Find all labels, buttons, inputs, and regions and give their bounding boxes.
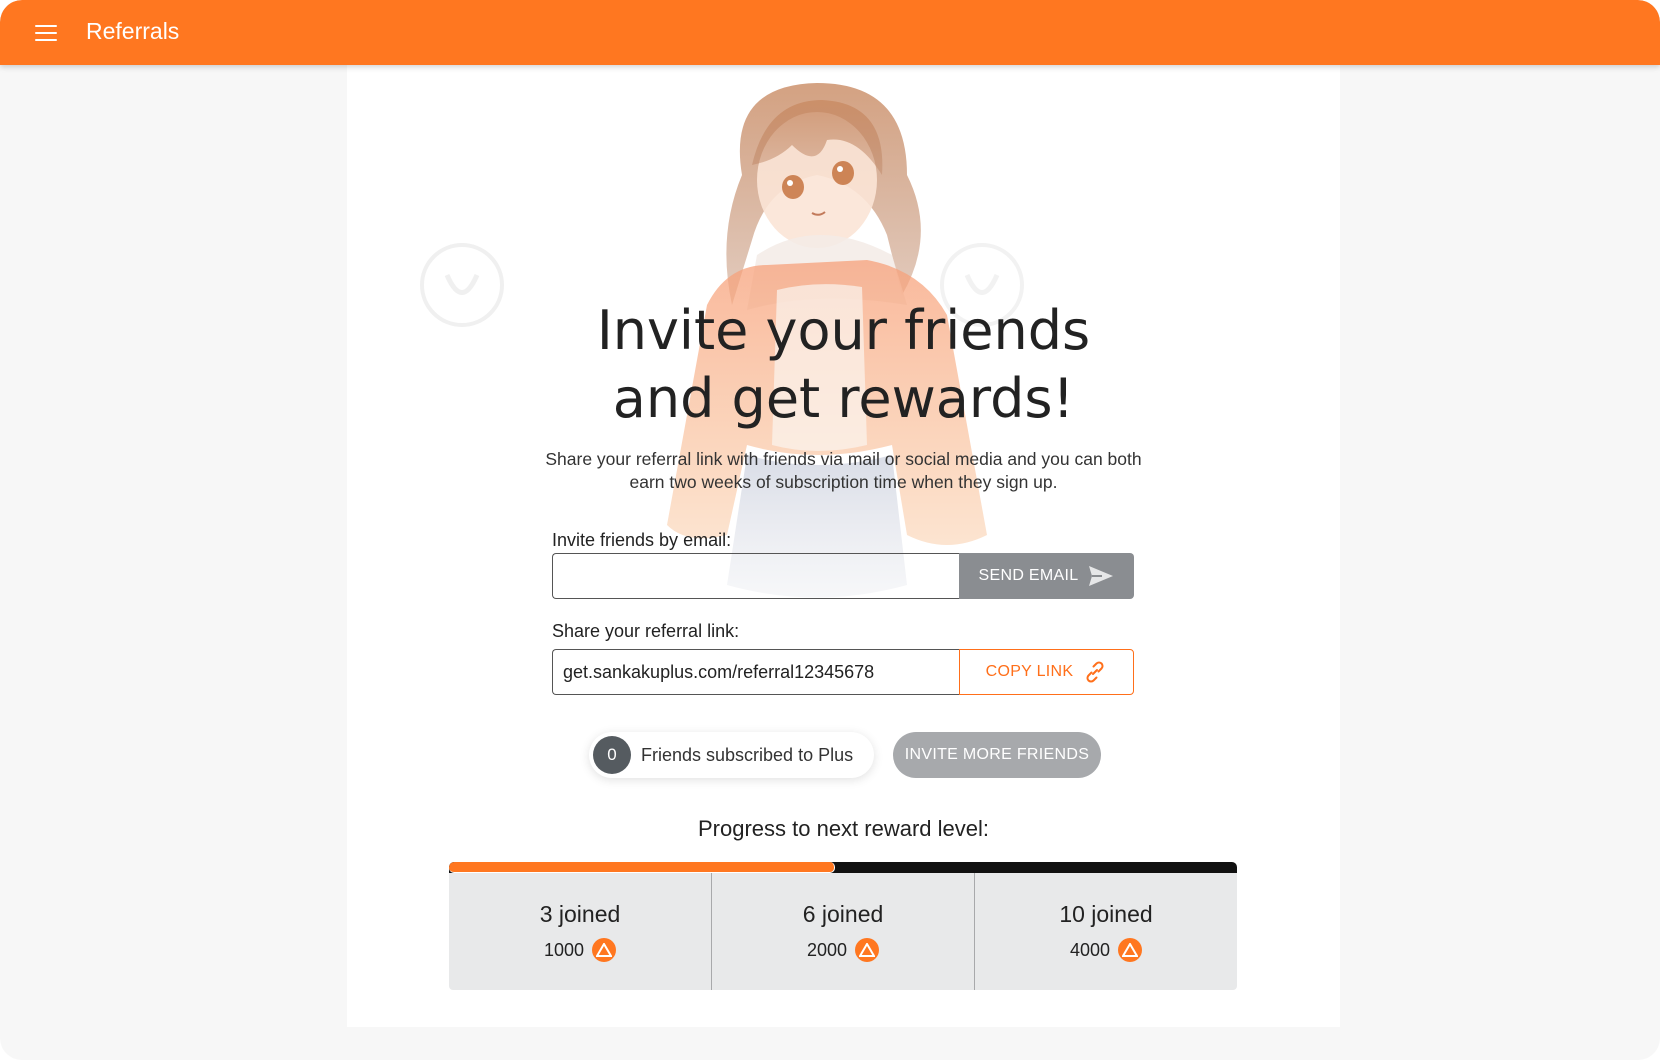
send-email-label: SEND EMAIL: [978, 567, 1079, 584]
reward-tier: 6 joined 2000: [712, 873, 975, 990]
reward-tiers: 3 joined 1000 6 joined 2000 10 joined 40…: [449, 873, 1237, 990]
friends-subscribed-label: Friends subscribed to Plus: [641, 744, 854, 765]
app-bar: Referrals: [0, 0, 1660, 65]
send-email-button[interactable]: SEND EMAIL: [959, 553, 1134, 599]
referral-content: Invite your friends and get rewards! Sha…: [347, 65, 1340, 1027]
tier-reward: 1000: [543, 938, 617, 962]
coin-icon: [592, 938, 617, 962]
hamburger-menu-icon[interactable]: [30, 20, 62, 46]
progress-title: Progress to next reward level:: [697, 816, 990, 841]
link-icon: [1086, 661, 1104, 683]
tier-reward-value: 4000: [1069, 939, 1111, 960]
invite-more-friends-button[interactable]: INVITE MORE FRIENDS: [893, 732, 1101, 778]
tier-reward-value: 1000: [543, 939, 585, 960]
send-icon: [1089, 566, 1114, 586]
coin-icon: [855, 938, 880, 962]
page-headline: Invite your friends and get rewards!: [347, 297, 1340, 433]
coin-icon: [1118, 938, 1143, 962]
referral-link-field[interactable]: get.sankakuplus.com/referral12345678: [552, 649, 960, 695]
copy-link-button[interactable]: COPY LINK: [959, 649, 1134, 695]
referral-description: Share your referral link with friends vi…: [545, 449, 1142, 492]
tier-reward: 2000: [806, 938, 880, 962]
reward-progress-bar: [449, 862, 1237, 873]
invite-email-label: Invite friends by email:: [552, 530, 732, 550]
referral-card: Invite your friends and get rewards! Sha…: [347, 65, 1340, 1027]
referral-link-value: get.sankakuplus.com/referral12345678: [563, 661, 875, 682]
tier-title: 6 joined: [802, 901, 884, 927]
tier-title: 3 joined: [539, 901, 621, 927]
headline-line-1: Invite your friends: [596, 299, 1091, 362]
tier-reward: 4000: [1069, 938, 1143, 962]
reward-tier: 3 joined 1000: [449, 873, 712, 990]
tier-reward-value: 2000: [806, 939, 848, 960]
headline-line-2: and get rewards!: [612, 367, 1075, 430]
invite-email-input[interactable]: [552, 553, 960, 599]
tier-title: 10 joined: [1059, 901, 1153, 927]
reward-progress-fill: [449, 862, 836, 873]
friends-count-badge: 0: [593, 736, 631, 774]
friends-subscribed-pill: 0 Friends subscribed to Plus: [589, 732, 874, 778]
app-frame: Referrals Invite your friends and get re…: [0, 0, 1660, 1060]
reward-tier: 10 joined 4000: [975, 873, 1237, 990]
copy-link-label: COPY LINK: [985, 663, 1074, 680]
page-title: Referrals: [86, 18, 180, 44]
referral-link-label: Share your referral link:: [552, 621, 740, 641]
